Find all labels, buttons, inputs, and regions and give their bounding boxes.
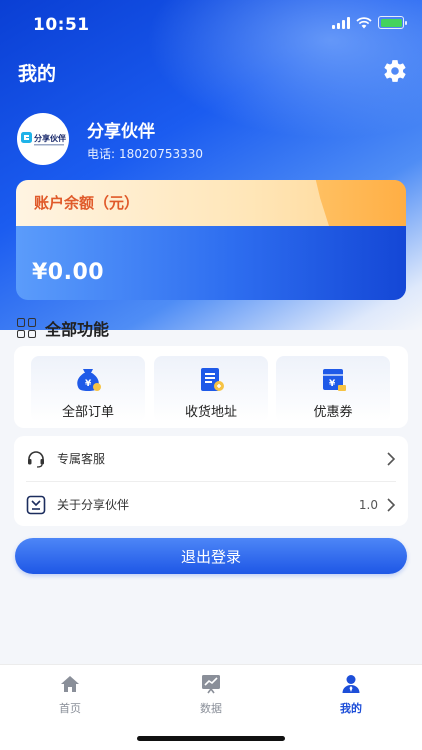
settings-list: 专属客服 关于分享伙伴 1.0 [14,436,408,526]
svg-text:¥: ¥ [329,379,336,389]
home-indicator [137,736,285,741]
phone-number: 18020753330 [119,147,204,161]
logout-button[interactable]: 退出登录 [15,538,407,574]
func-address[interactable]: 收货地址 [154,356,268,422]
balance-card[interactable]: 账户余额（元） ¥0.00 [16,180,406,300]
home-icon [61,676,79,692]
user-phone: 电话: 18020753330 [87,145,203,162]
balance-label: 账户余额（元） [34,194,140,212]
func-label: 收货地址 [184,405,237,420]
tab-label: 数据 [200,702,222,715]
app-logo-icon [26,495,46,514]
list-item-about[interactable]: 关于分享伙伴 1.0 [14,482,408,527]
status-time: 10:51 [33,15,90,35]
chevron-right-icon [387,497,396,512]
chart-icon [202,675,220,694]
status-bar: 10:51 [0,0,422,50]
func-label: 全部订单 [61,405,114,420]
settings-gear-icon[interactable] [382,58,408,84]
version-value: 1.0 [358,497,378,512]
func-label: 优惠券 [313,405,353,420]
coupon-icon: ¥ [323,369,346,391]
address-doc-icon [201,368,224,391]
func-coupon[interactable]: ¥ 优惠券 [276,356,390,422]
phone-label: 电话: [87,147,116,161]
func-all-orders[interactable]: ¥ 全部订单 [31,356,145,422]
tab-data[interactable]: 数据 [176,673,246,723]
list-item-label: 关于分享伙伴 [57,498,130,512]
tab-label: 我的 [340,702,362,715]
tab-home[interactable]: 首页 [35,673,105,723]
headset-icon [28,450,44,468]
list-item-customer-service[interactable]: 专属客服 [14,436,408,481]
status-icons [332,16,407,29]
user-icon [342,675,360,693]
brand-logo-icon: 分享伙伴 [21,132,66,146]
signal-icon [332,16,350,29]
money-bag-icon: ¥ [77,369,101,391]
chevron-right-icon [387,451,396,466]
avatar[interactable]: 分享伙伴 [17,113,69,165]
functions-header: 全部功能 [17,316,109,340]
balance-amount: ¥0.00 [32,260,105,285]
brand-logo-text: 分享伙伴 [34,133,66,143]
tab-label: 首页 [59,702,81,715]
grid-icon [17,318,37,338]
tab-mine[interactable]: 我的 [316,673,386,723]
svg-text:¥: ¥ [85,379,92,389]
battery-icon [378,16,407,29]
section-title: 全部功能 [45,320,110,339]
functions-panel: ¥ 全部订单 收货地址 ¥ 优惠券 [14,346,408,428]
page-title: 我的 [18,63,57,85]
wifi-icon [356,16,372,28]
list-item-label: 专属客服 [57,452,106,466]
user-name: 分享伙伴 [87,122,155,142]
